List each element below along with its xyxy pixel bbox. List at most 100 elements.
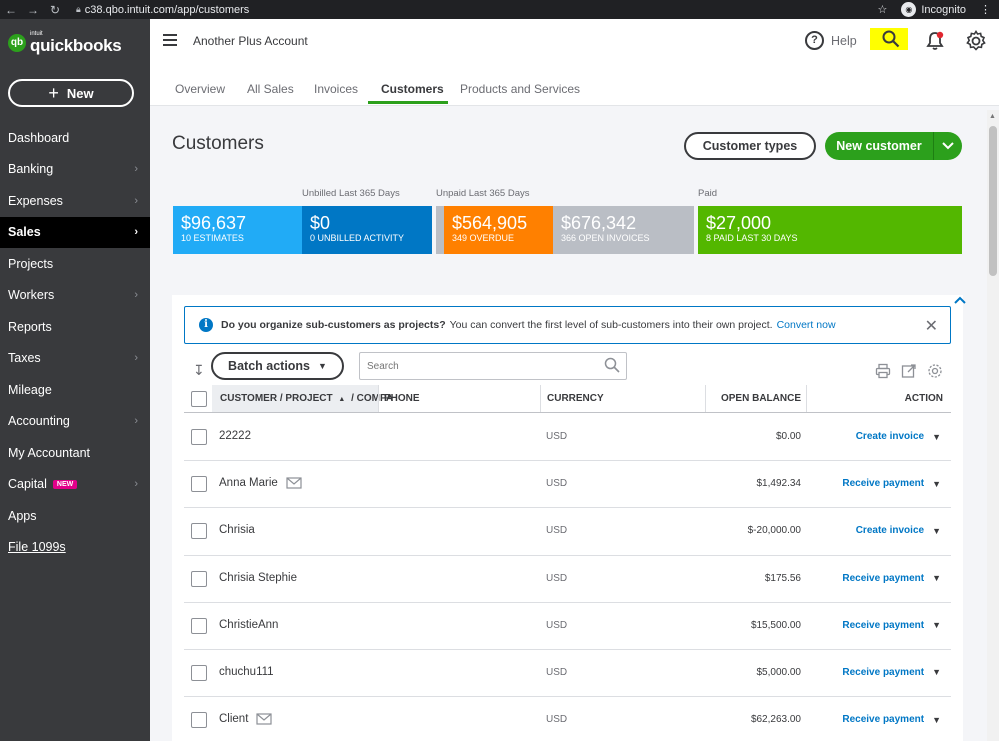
row-action[interactable]: Create invoice ▼ [856,525,941,536]
new-button[interactable]: + New [8,79,134,107]
reload-icon[interactable]: ↻ [44,3,66,17]
sidebar-item-banking[interactable]: Banking › [0,154,150,186]
chevron-right-icon: › [134,163,138,176]
sidebar-item-label: Dashboard [8,130,70,145]
row-action[interactable]: Receive payment ▼ [842,714,941,725]
incognito-profile[interactable]: ◉ Incognito [901,2,966,17]
new-customer-button[interactable]: New customer [825,132,962,160]
row-checkbox[interactable] [191,570,207,587]
convert-now-link[interactable]: Convert now [777,319,836,331]
customer-name[interactable]: chuchu111 [219,666,274,678]
close-icon[interactable]: ✕ [925,316,938,336]
sidebar-item-accounting[interactable]: Accounting › [0,406,150,438]
browser-menu-icon[interactable]: ⋮ [980,3,991,16]
row-checkbox[interactable] [191,429,207,445]
overdue-block[interactable]: $564,905 349 OVERDUE [444,206,553,254]
help-icon: ? [805,31,824,50]
table-row[interactable]: chuchu111 USD $5,000.00 Receive payment ▼ [184,650,951,698]
row-action[interactable]: Receive payment ▼ [842,573,941,584]
customer-search-input[interactable] [359,352,627,380]
open-invoices-block[interactable]: $676,342 366 OPEN INVOICES [553,206,694,254]
sidebar-item-expenses[interactable]: Expenses › [0,185,150,217]
collapse-chevron-up-icon[interactable] [954,296,966,307]
bookmark-star-icon[interactable]: ☆ [877,3,887,16]
table-row[interactable]: 22222 USD $0.00 Create invoice ▼ [184,414,951,462]
customer-types-button[interactable]: Customer types [684,132,816,160]
row-action[interactable]: Receive payment ▼ [842,667,941,678]
table-row[interactable]: Anna Marie USD $1,492.34 Receive payment ▼ [184,461,951,509]
help-button[interactable]: ? Help [805,31,857,50]
estimates-block[interactable]: $96,637 10 ESTIMATES [173,206,302,254]
customer-name[interactable]: Chrisia [219,524,255,536]
forward-icon[interactable]: → [22,3,44,17]
caret-down-icon[interactable]: ▼ [932,715,941,725]
table-settings-gear-icon[interactable] [927,363,943,382]
notifications-bell-icon[interactable] [926,31,944,54]
caret-down-icon[interactable]: ▼ [932,479,941,489]
customer-name[interactable]: 22222 [219,430,251,442]
table-header: CUSTOMER / PROJECT ▲ / COMPA PHONE CURRE… [184,385,951,413]
sidebar-item-label: Sales [8,225,41,240]
tab-invoices[interactable]: Invoices [314,82,358,96]
caret-down-icon[interactable]: ▼ [932,573,941,583]
select-all-checkbox[interactable] [191,391,207,407]
tab-overview[interactable]: Overview [175,82,225,96]
settings-gear-icon[interactable] [965,30,987,55]
sidebar-item-workers[interactable]: Workers › [0,280,150,312]
sidebar-item-file-1099s[interactable]: File 1099s [0,532,150,564]
open-balance-cell: $-20,000.00 [747,525,801,537]
sidebar-item-projects[interactable]: Projects [0,248,150,280]
sort-arrow-icon[interactable]: ↧ [193,362,205,379]
paid-block[interactable]: $27,000 8 PAID LAST 30 DAYS [698,206,962,254]
batch-actions-button[interactable]: Batch actions ▼ [211,352,344,380]
row-action[interactable]: Receive payment ▼ [842,478,941,489]
sidebar-item-label: Reports [8,319,52,334]
customer-name[interactable]: Chrisia Stephie [219,572,297,584]
row-checkbox[interactable] [191,617,207,634]
caret-down-icon[interactable]: ▼ [932,432,941,442]
print-icon[interactable] [875,363,891,382]
table-row[interactable]: Chrisia USD $-20,000.00 Create invoice ▼ [184,508,951,556]
scroll-up-icon[interactable]: ▲ [989,113,996,120]
hamburger-menu-icon[interactable] [163,34,177,46]
caret-down-icon[interactable]: ▼ [932,526,941,536]
search-button[interactable] [870,28,908,50]
sidebar-item-apps[interactable]: Apps [0,500,150,532]
header-currency[interactable]: CURRENCY [547,393,604,404]
table-row[interactable]: Chrisia Stephie USD $175.56 Receive payment… [184,556,951,603]
caret-down-icon[interactable]: ▼ [932,620,941,630]
row-checkbox[interactable] [191,712,207,729]
sidebar-item-taxes[interactable]: Taxes › [0,343,150,375]
row-checkbox[interactable] [191,476,207,493]
sidebar-item-capital[interactable]: Capital NEW › [0,469,150,501]
header-phone[interactable]: PHONE [384,393,420,404]
row-action[interactable]: Receive payment ▼ [842,620,941,631]
export-icon[interactable] [901,363,917,382]
sidebar-item-reports[interactable]: Reports [0,311,150,343]
customer-name[interactable]: Client [219,713,273,725]
sidebar-item-sales[interactable]: Sales › [0,216,150,248]
back-icon[interactable]: ← [0,3,22,17]
scrollbar-thumb[interactable] [989,126,997,276]
tab-all-sales[interactable]: All Sales [247,82,294,96]
tab-customers[interactable]: Customers [381,82,444,96]
row-checkbox[interactable] [191,523,207,540]
quickbooks-logo[interactable]: qb intuit quickbooks [8,31,122,54]
table-row[interactable]: ChristieAnn USD $15,500.00 Receive payment ▼ [184,603,951,650]
sidebar-item-my-accountant[interactable]: My Accountant [0,437,150,469]
table-row[interactable]: Client USD $62,263.00 Receive payment ▼ [184,697,951,741]
row-action[interactable]: Create invoice ▼ [856,431,941,442]
row-checkbox[interactable] [191,664,207,681]
address-bar[interactable]: 🔒︎ c38.qbo.intuit.com/app/customers [76,4,249,16]
header-customer[interactable]: CUSTOMER / PROJECT ▲ / COMPA [220,393,393,404]
sidebar-item-mileage[interactable]: Mileage [0,374,150,406]
customer-name[interactable]: Anna Marie [219,477,302,489]
unbilled-activity-block[interactable]: $0 0 UNBILLED ACTIVITY [302,206,432,254]
header-open-balance[interactable]: OPEN BALANCE [721,393,801,404]
caret-down-icon[interactable]: ▼ [932,667,941,677]
customer-name[interactable]: ChristieAnn [219,619,278,631]
sidebar-item-dashboard[interactable]: Dashboard [0,122,150,154]
tab-products-and-services[interactable]: Products and Services [460,82,580,96]
page-scrollbar[interactable]: ▲ [987,110,999,741]
new-customer-dropdown[interactable] [934,142,962,150]
